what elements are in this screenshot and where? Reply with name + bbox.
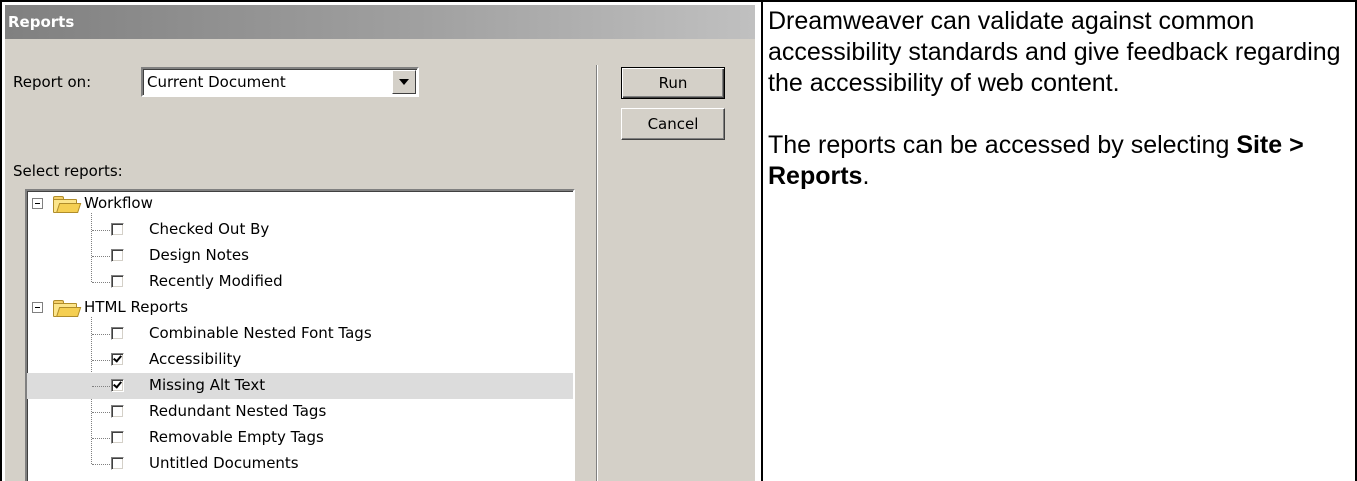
separator-highlight xyxy=(597,65,598,481)
tree-item-label: Missing Alt Text xyxy=(149,376,266,394)
tree-group-label: HTML Reports xyxy=(84,298,189,316)
dropdown-button[interactable] xyxy=(392,70,416,94)
tree-item[interactable]: Design Notes xyxy=(27,243,573,269)
tree-item-selected[interactable]: Missing Alt Text xyxy=(27,373,573,399)
table-border-top xyxy=(0,0,1357,2)
tree-item-label: Removable Empty Tags xyxy=(149,428,324,446)
checkbox-checked[interactable] xyxy=(111,353,124,366)
reports-tree[interactable]: Workflow Checked Out By Design Notes Rec… xyxy=(25,189,575,481)
tree-item[interactable]: Recently Modified xyxy=(27,269,573,295)
select-reports-label: Select reports: xyxy=(13,162,123,180)
description-paragraph: The reports can be accessed by selecting… xyxy=(768,131,1304,190)
checkbox[interactable] xyxy=(111,405,124,418)
tree-item-label: Redundant Nested Tags xyxy=(149,402,327,420)
folder-icon xyxy=(53,196,82,213)
tree-group-html-reports[interactable]: HTML Reports xyxy=(27,295,573,321)
tree-item-label: Recently Modified xyxy=(149,272,283,290)
tree-item[interactable]: Accessibility xyxy=(27,347,573,373)
checkbox[interactable] xyxy=(111,249,124,262)
tree-group-workflow[interactable]: Workflow xyxy=(27,191,573,217)
tree-item-label: Checked Out By xyxy=(149,220,270,238)
checkbox[interactable] xyxy=(111,431,124,444)
reports-dialog: Reports Report on: Current Document Sele… xyxy=(5,5,755,481)
checkbox[interactable] xyxy=(111,275,124,288)
chevron-down-icon xyxy=(399,79,409,85)
checkbox[interactable] xyxy=(111,457,124,470)
table-border-middle xyxy=(761,0,763,481)
tree-group-label: Workflow xyxy=(84,194,153,212)
checkbox-checked[interactable] xyxy=(111,379,124,392)
tree-item[interactable]: Removable Empty Tags xyxy=(27,425,573,451)
tree-item-label: Design Notes xyxy=(149,246,249,264)
tree-item[interactable]: Redundant Nested Tags xyxy=(27,399,573,425)
tree-item-label: Untitled Documents xyxy=(149,454,299,472)
table-border-left xyxy=(0,0,2,481)
dialog-title: Reports xyxy=(5,5,755,39)
tree-item-label: Combinable Nested Font Tags xyxy=(149,324,372,342)
collapse-icon[interactable] xyxy=(32,302,43,313)
report-on-value: Current Document xyxy=(147,73,286,91)
checkbox[interactable] xyxy=(111,327,124,340)
tree-item[interactable]: Checked Out By xyxy=(27,217,573,243)
run-button[interactable]: Run xyxy=(621,67,725,99)
description-text: Dreamweaver can validate against common … xyxy=(768,6,1348,192)
cancel-button[interactable]: Cancel xyxy=(621,108,725,140)
tree-item[interactable]: Untitled Documents xyxy=(27,451,573,477)
folder-icon xyxy=(53,300,82,317)
report-on-select[interactable]: Current Document xyxy=(141,67,419,97)
description-paragraph: Dreamweaver can validate against common … xyxy=(768,7,1341,97)
tree-item-label: Accessibility xyxy=(149,350,242,368)
report-on-label: Report on: xyxy=(13,73,92,91)
checkbox[interactable] xyxy=(111,223,124,236)
tree-item[interactable]: Combinable Nested Font Tags xyxy=(27,321,573,347)
collapse-icon[interactable] xyxy=(32,198,43,209)
